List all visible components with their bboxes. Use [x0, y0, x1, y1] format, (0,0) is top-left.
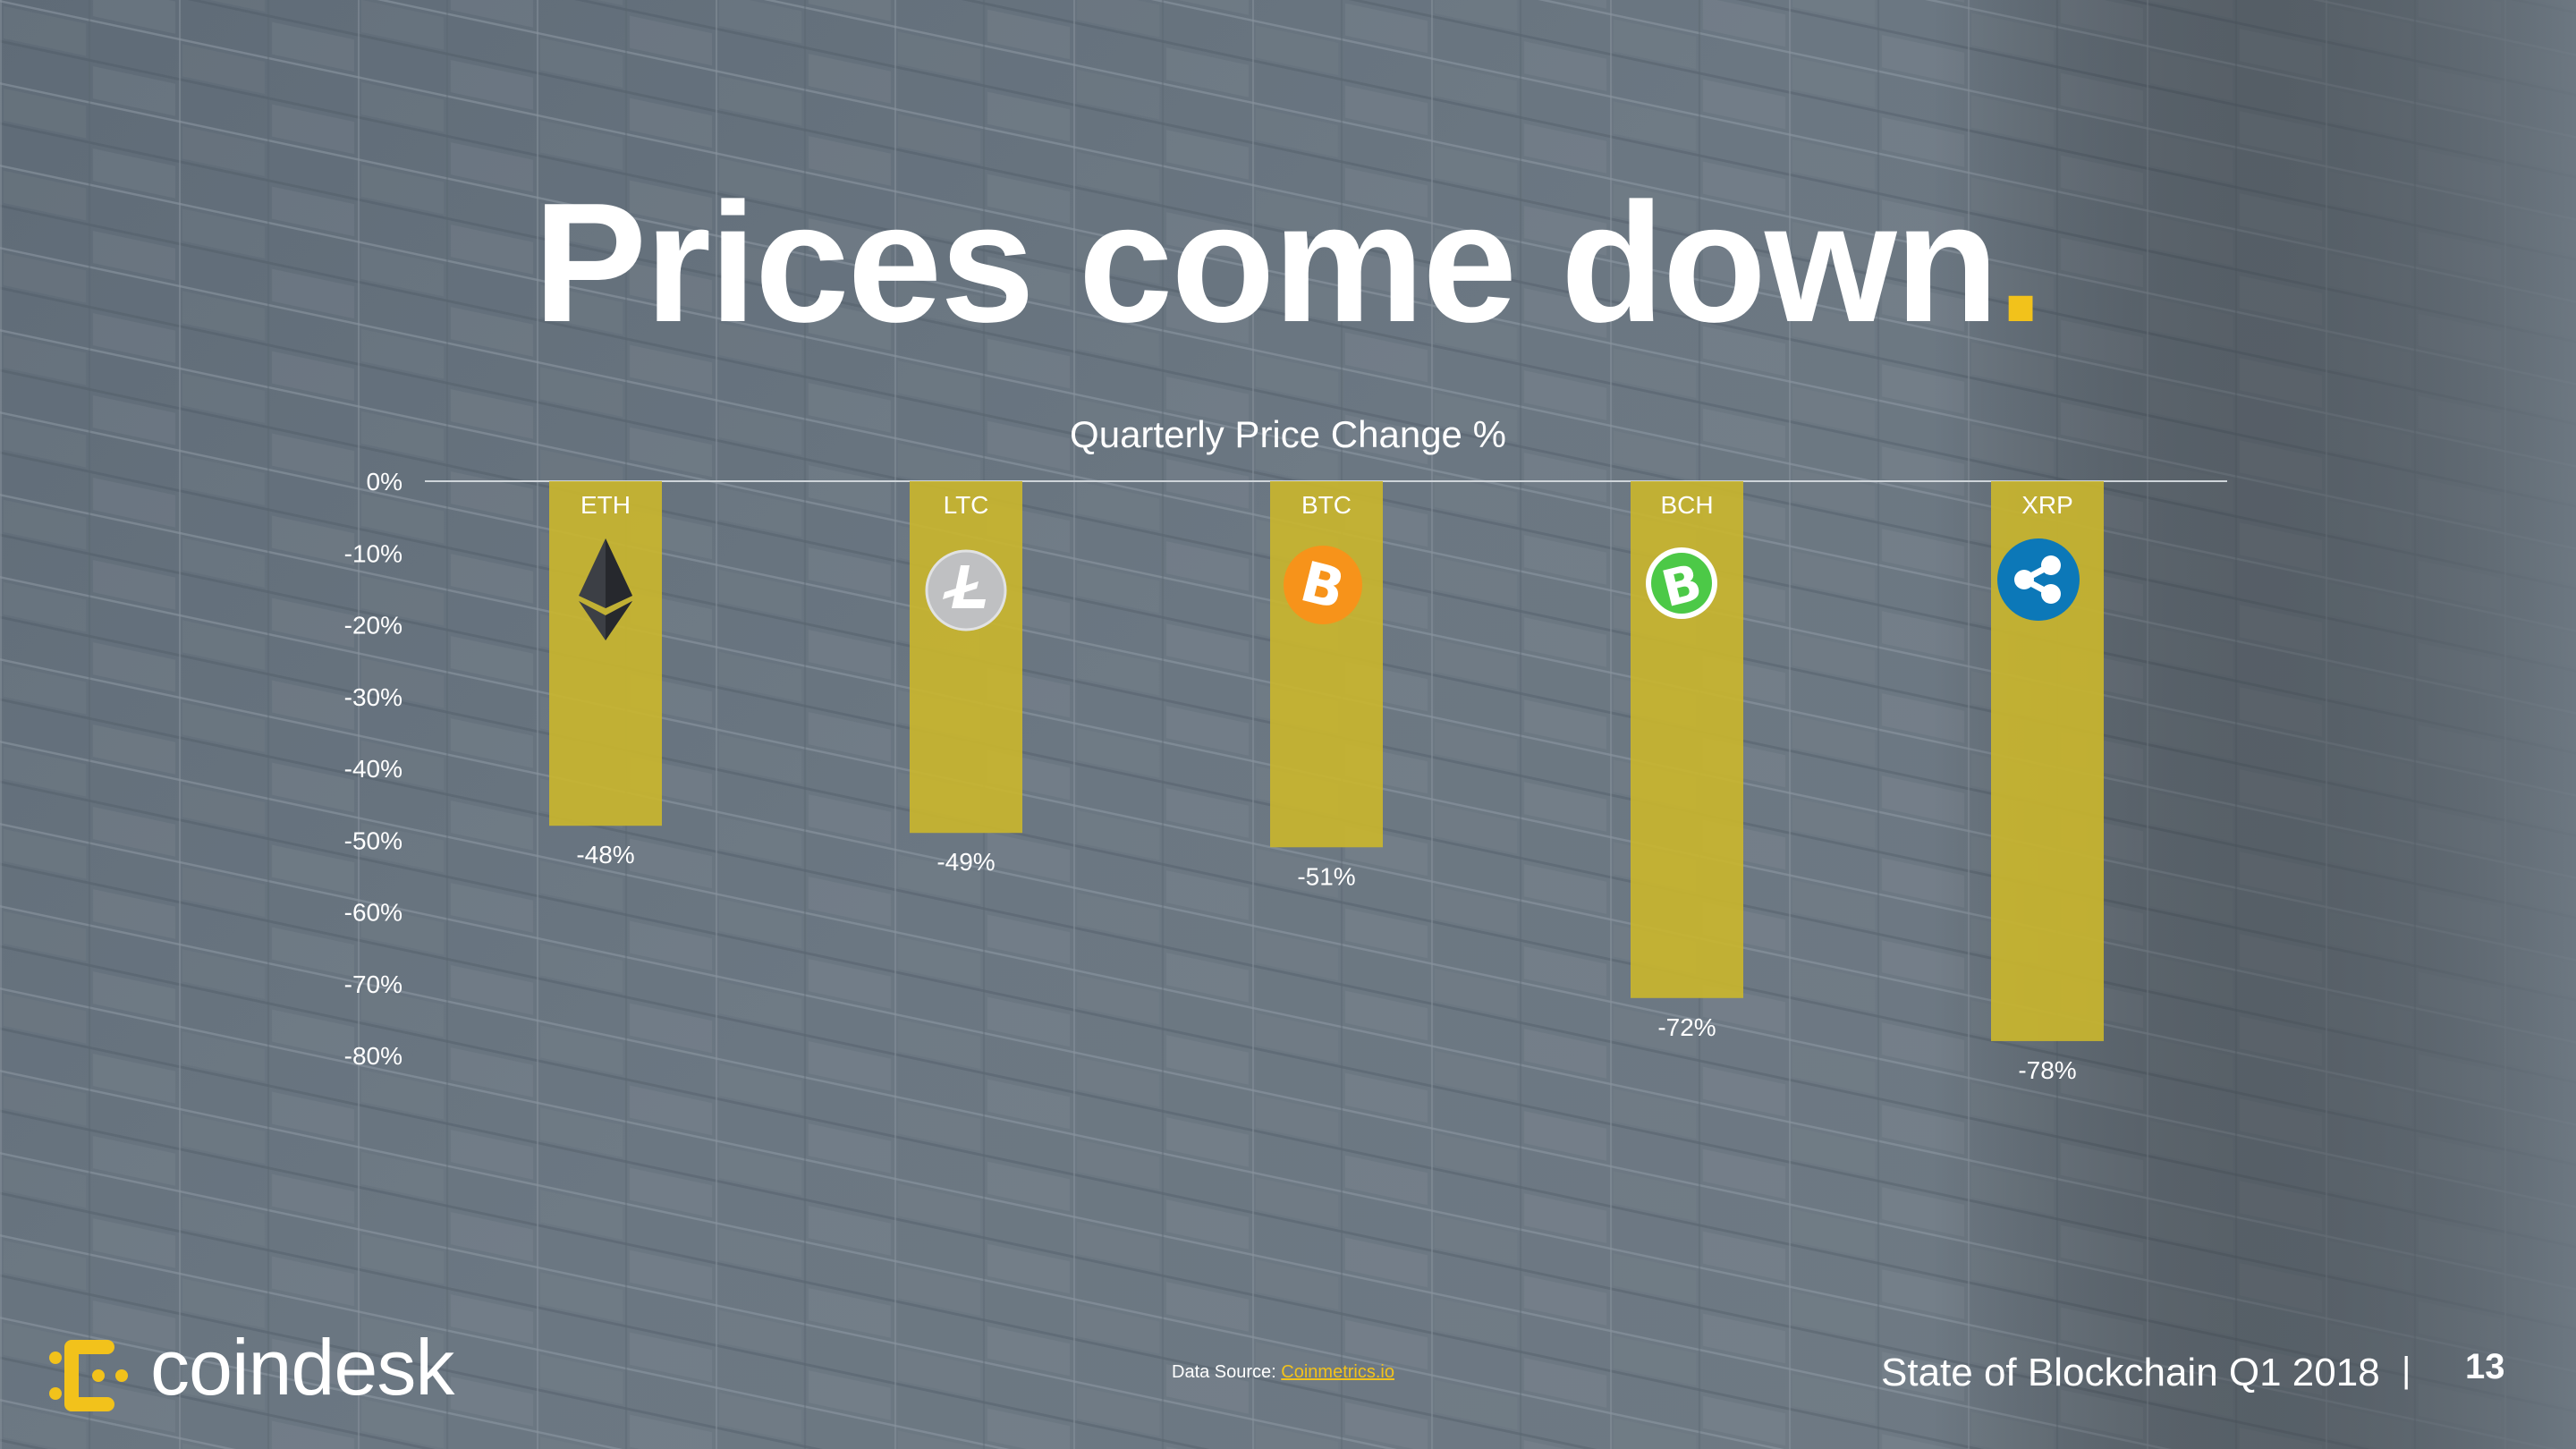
coindesk-wordmark: coindesk: [150, 1323, 454, 1411]
data-label: -51%: [1297, 862, 1355, 890]
category-label: ETH: [580, 491, 631, 519]
category-label: BTC: [1301, 491, 1352, 519]
category-label: LTC: [944, 491, 989, 519]
page-number: 13: [2465, 1347, 2505, 1386]
y-tick-label: -80%: [344, 1042, 402, 1070]
ripple-icon: [1997, 538, 2080, 621]
bar: [549, 481, 662, 826]
data-label: -78%: [2018, 1056, 2076, 1084]
y-tick-label: -50%: [344, 826, 402, 854]
bar: [910, 481, 1022, 834]
y-tick-label: -10%: [344, 539, 402, 567]
category-label: BCH: [1660, 491, 1713, 519]
bar: [1270, 481, 1383, 848]
y-tick-label: -30%: [344, 683, 402, 711]
footer-separator: |: [2402, 1351, 2411, 1390]
slide: Prices come down. Quarterly Price Change…: [0, 0, 2576, 1449]
data-source: Data Source: Coinmetrics.io: [1172, 1362, 1394, 1383]
data-label: -72%: [1657, 1013, 1716, 1041]
bitcoin-icon: B: [1284, 546, 1362, 624]
bitcoin-cash-icon: B: [1646, 547, 1717, 619]
litecoin-icon: [925, 549, 1007, 631]
y-tick-label: -40%: [344, 755, 402, 783]
y-tick-label: -20%: [344, 612, 402, 640]
data-label: -48%: [576, 841, 634, 869]
data-source-label: Data Source:: [1172, 1362, 1282, 1382]
report-name: State of Blockchain Q1 2018: [1881, 1351, 2380, 1394]
coindesk-logo-icon: [49, 1340, 128, 1411]
y-tick-label: -70%: [344, 970, 402, 998]
y-tick-label: 0%: [367, 468, 402, 496]
data-label: -49%: [936, 848, 995, 876]
price-change-bar-chart: 0% -10% -20% -30% -40% -50% -60% -70% -80% ETH -48…: [344, 468, 2227, 1084]
data-source-link[interactable]: Coinmetrics.io: [1281, 1362, 1394, 1382]
category-label: XRP: [2021, 491, 2073, 519]
y-tick-label: -60%: [344, 899, 402, 927]
